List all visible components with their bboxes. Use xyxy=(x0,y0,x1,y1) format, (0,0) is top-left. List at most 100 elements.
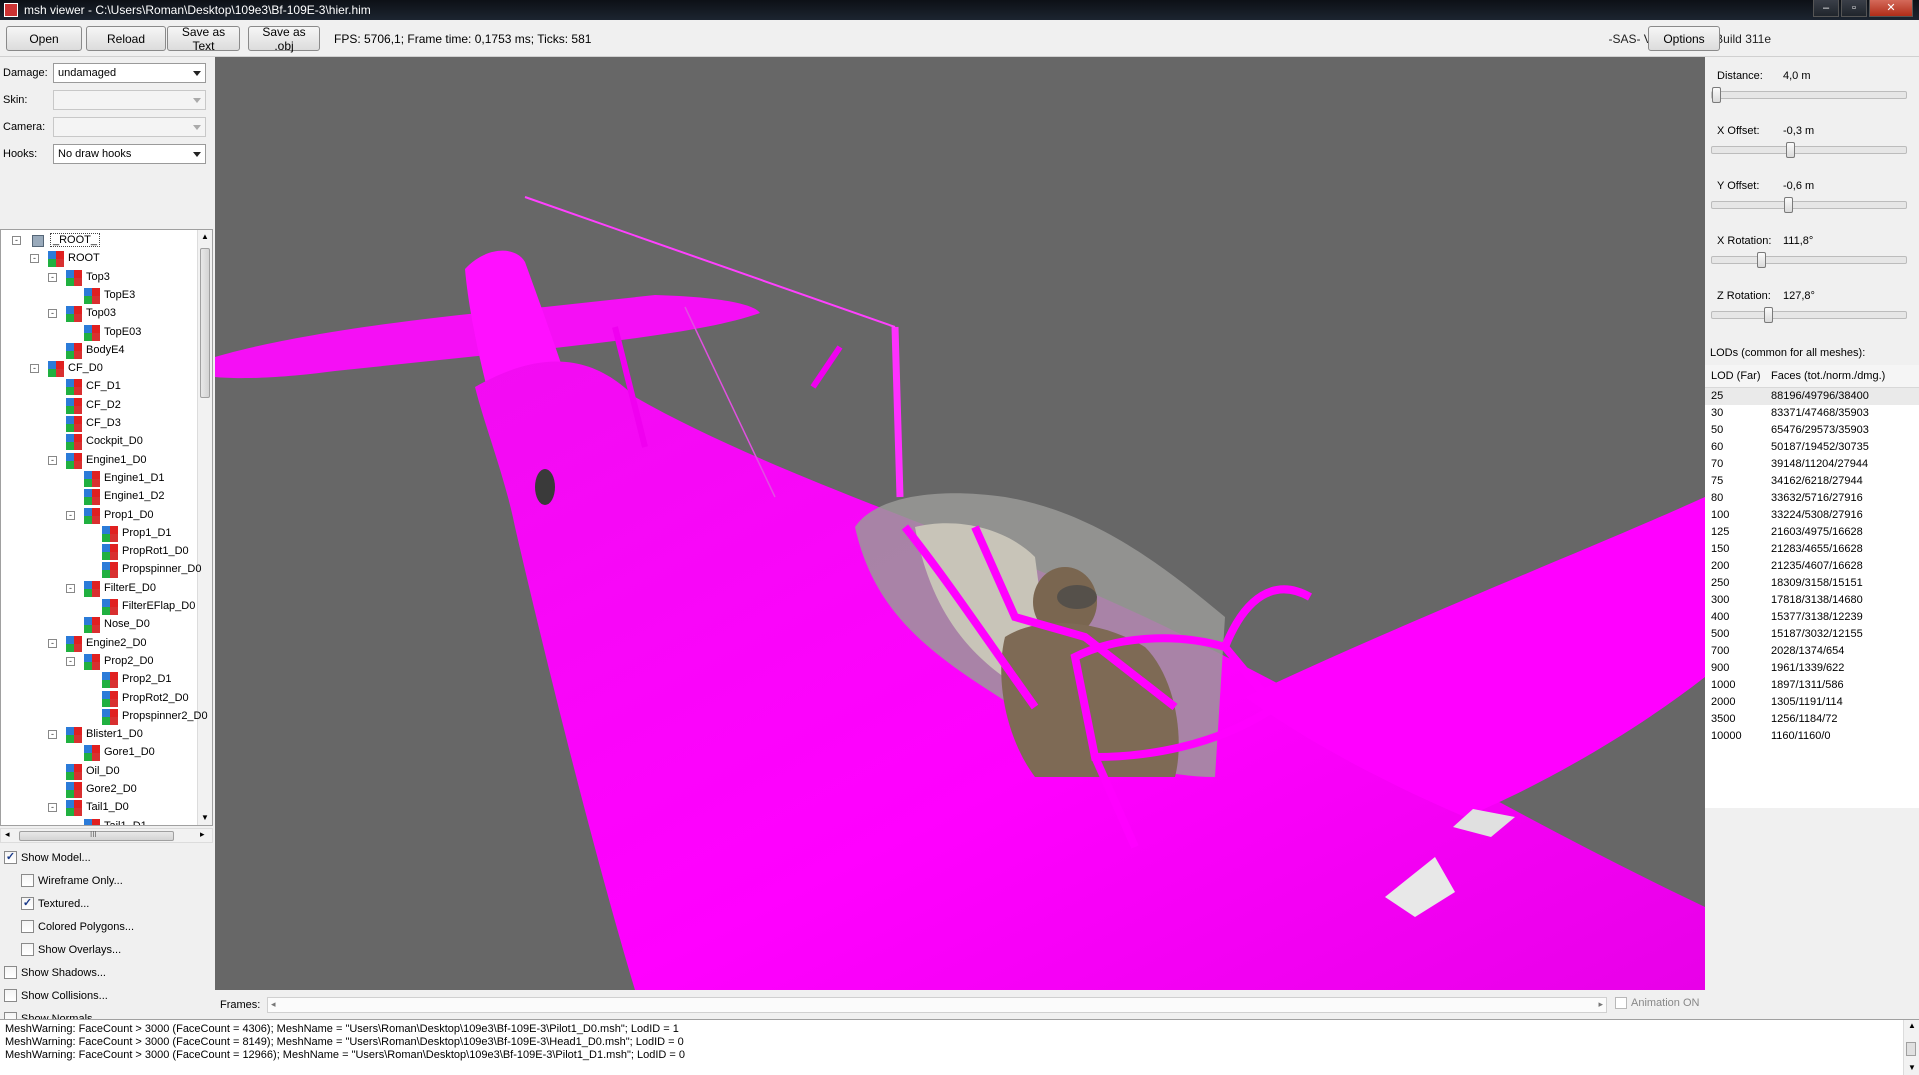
hierarchy-tree[interactable]: ▲ ▼ - _ROOT_ - ROOT - Top3 TopE3 - Top03 TopE03 Bo… xyxy=(0,229,213,826)
collapse-icon[interactable]: - xyxy=(66,510,75,520)
save-as-text-button[interactable]: Save as Text xyxy=(167,25,240,53)
tree-item-label: Nose_D0 xyxy=(104,618,150,631)
option-label: Show Collisions... xyxy=(21,990,108,1002)
checkbox-box[interactable] xyxy=(4,966,17,979)
lod-faces: 2028/1374/654 xyxy=(1771,645,1845,657)
slider-track[interactable] xyxy=(1711,197,1907,213)
scroll-up-icon[interactable]: ▲ xyxy=(201,232,209,241)
collapse-icon[interactable]: - xyxy=(30,254,39,264)
lod-row[interactable]: 900 1961/1339/622 xyxy=(1705,660,1919,677)
slider-label: X Rotation: xyxy=(1717,235,1772,247)
collapse-icon[interactable]: - xyxy=(48,730,57,740)
lods-table[interactable]: 25 88196/49796/38400 30 83371/47468/35903 50… xyxy=(1705,388,1919,808)
collapse-icon[interactable]: - xyxy=(66,583,75,593)
slider-track[interactable] xyxy=(1711,252,1907,268)
lod-row[interactable]: 1000 1897/1311/586 xyxy=(1705,677,1919,694)
log-scrollbar[interactable]: ▲ ▼ xyxy=(1903,1020,1919,1075)
tree-hscroll-thumb[interactable]: III xyxy=(19,830,174,841)
checkbox-box[interactable] xyxy=(21,920,34,933)
lod-row[interactable]: 50 65476/29573/35903 xyxy=(1705,422,1919,439)
lod-row[interactable]: 25 88196/49796/38400 xyxy=(1705,388,1919,405)
checkmark-icon[interactable]: ✓ xyxy=(21,897,34,910)
slider-track[interactable] xyxy=(1711,142,1907,158)
close-icon[interactable]: ✕ xyxy=(1869,0,1913,17)
damage-select[interactable]: undamaged xyxy=(53,63,206,83)
animation-checkbox[interactable] xyxy=(1615,997,1627,1010)
lod-row[interactable]: 150 21283/4655/16628 xyxy=(1705,541,1919,558)
reload-button[interactable]: Reload xyxy=(86,26,166,51)
tree-horizontal-scrollbar[interactable]: ◂ III ▸ xyxy=(0,828,213,843)
slider-thumb[interactable] xyxy=(1756,252,1766,268)
collapse-icon[interactable]: - xyxy=(66,656,75,666)
checkbox-box[interactable] xyxy=(4,989,17,1002)
lod-row[interactable]: 70 39148/11204/27944 xyxy=(1705,456,1919,473)
minimize-icon[interactable]: – xyxy=(1813,0,1839,17)
faces-column-header[interactable]: Faces (tot./norm./dmg.) xyxy=(1771,370,1885,382)
lod-row[interactable]: 10000 1160/1160/0 xyxy=(1705,728,1919,745)
lod-row[interactable]: 700 2028/1374/654 xyxy=(1705,643,1919,660)
slider-value: -0,3 m xyxy=(1783,125,1815,137)
scroll-right-icon[interactable]: ▸ xyxy=(200,829,205,840)
antenna-mast xyxy=(891,326,904,498)
scroll-right-icon[interactable]: ▸ xyxy=(1598,999,1603,1010)
lod-row[interactable]: 80 33632/5716/27916 xyxy=(1705,490,1919,507)
hooks-select[interactable]: No draw hooks xyxy=(53,144,206,164)
tree-scroll-thumb[interactable] xyxy=(200,248,210,398)
skin-select[interactable] xyxy=(53,90,206,110)
lod-faces: 1897/1311/586 xyxy=(1771,679,1844,691)
slider-thumb[interactable] xyxy=(1783,197,1793,213)
camera-select[interactable] xyxy=(53,117,206,137)
lod-row[interactable]: 100 33224/5308/27916 xyxy=(1705,507,1919,524)
collapse-icon[interactable]: - xyxy=(48,803,57,813)
scroll-down-icon[interactable]: ▼ xyxy=(1908,1063,1916,1072)
collapse-icon[interactable]: - xyxy=(48,455,57,465)
lod-distance: 125 xyxy=(1711,526,1730,538)
open-button[interactable]: Open xyxy=(6,26,82,51)
lod-row[interactable]: 2000 1305/1191/114 xyxy=(1705,694,1919,711)
collapse-icon[interactable]: - xyxy=(48,638,57,648)
slider-thumb[interactable] xyxy=(1764,307,1774,323)
message-log[interactable]: ▲ ▼ MeshWarning: FaceCount > 3000 (FaceC… xyxy=(0,1019,1919,1075)
collapse-icon[interactable]: - xyxy=(48,272,57,282)
lod-column-header[interactable]: LOD (Far) xyxy=(1711,370,1761,382)
slider-thumb[interactable] xyxy=(1785,142,1795,158)
slider-track[interactable] xyxy=(1711,307,1907,323)
collapse-icon[interactable]: - xyxy=(48,309,57,319)
tree-vertical-scrollbar[interactable]: ▲ ▼ xyxy=(197,230,212,825)
maximize-icon[interactable]: ▫ xyxy=(1841,0,1867,17)
log-scroll-thumb[interactable] xyxy=(1906,1042,1916,1056)
checkmark-icon[interactable]: ✓ xyxy=(4,851,17,864)
lod-row[interactable]: 60 50187/19452/30735 xyxy=(1705,439,1919,456)
collapse-icon[interactable]: - xyxy=(12,236,21,245)
lod-row[interactable]: 500 15187/3032/12155 xyxy=(1705,626,1919,643)
collapse-icon[interactable]: - xyxy=(30,364,39,374)
scroll-up-icon[interactable]: ▲ xyxy=(1908,1021,1916,1030)
lod-row[interactable]: 200 21235/4607/16628 xyxy=(1705,558,1919,575)
slider-row: Z Rotation: 127,8° xyxy=(1705,284,1919,339)
lod-faces: 21283/4655/16628 xyxy=(1771,543,1863,555)
lod-row[interactable]: 125 21603/4975/16628 xyxy=(1705,524,1919,541)
lod-distance: 1000 xyxy=(1711,679,1736,691)
scroll-left-icon[interactable]: ◂ xyxy=(271,999,276,1010)
scroll-left-icon[interactable]: ◂ xyxy=(5,829,10,840)
3d-viewport[interactable] xyxy=(215,57,1705,990)
lod-row[interactable]: 250 18309/3158/15151 xyxy=(1705,575,1919,592)
lod-distance: 250 xyxy=(1711,577,1730,589)
checkbox-box[interactable] xyxy=(21,943,34,956)
checkbox-box[interactable] xyxy=(21,874,34,887)
frames-slider[interactable]: ◂ ▸ xyxy=(267,997,1607,1013)
mesh-node-icon xyxy=(66,763,82,780)
slider-track[interactable] xyxy=(1711,87,1907,103)
save-as-obj-button[interactable]: Save as .obj xyxy=(248,25,320,53)
lod-faces: 83371/47468/35903 xyxy=(1771,407,1869,419)
lod-row[interactable]: 3500 1256/1184/72 xyxy=(1705,711,1919,728)
lod-row[interactable]: 400 15377/3138/12239 xyxy=(1705,609,1919,626)
options-button[interactable]: Options xyxy=(1648,26,1720,51)
scroll-down-icon[interactable]: ▼ xyxy=(201,813,209,822)
slider-thumb[interactable] xyxy=(1711,87,1721,103)
log-line: MeshWarning: FaceCount > 3000 (FaceCount… xyxy=(5,1049,685,1061)
lod-row[interactable]: 300 17818/3138/14680 xyxy=(1705,592,1919,609)
animation-toggle[interactable]: Animation ON xyxy=(1615,997,1699,1010)
lod-row[interactable]: 30 83371/47468/35903 xyxy=(1705,405,1919,422)
lod-row[interactable]: 75 34162/6218/27944 xyxy=(1705,473,1919,490)
